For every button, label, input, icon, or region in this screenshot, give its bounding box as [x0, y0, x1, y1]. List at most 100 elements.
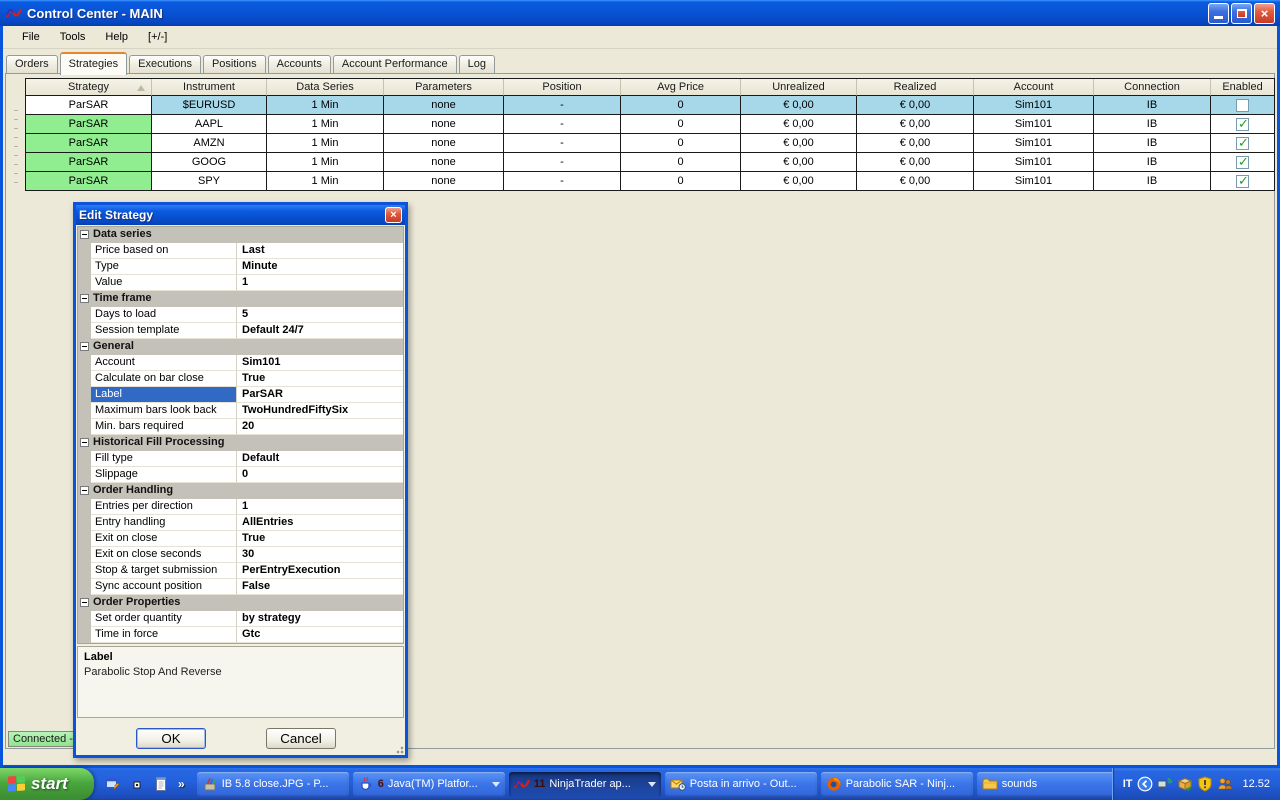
column-header-strategy[interactable]: Strategy [26, 79, 152, 96]
tab-account-performance[interactable]: Account Performance [332, 55, 457, 74]
property-gutter [78, 387, 91, 403]
table-row-goog[interactable]: ParSAR GOOG 1 Min none -0 € 0,00 € 0,00 Sim101 I… [26, 153, 1274, 172]
property-gutter [78, 547, 91, 563]
property-type[interactable]: Type Minute [78, 259, 403, 275]
hide-icons-chevron-icon[interactable] [1137, 776, 1153, 792]
tab-strategies[interactable]: Strategies [59, 52, 128, 75]
cell-connection: IB [1094, 153, 1211, 172]
minimize-button[interactable] [1208, 2, 1229, 24]
category-order-properties[interactable]: Order Properties [78, 595, 403, 611]
menu-item-file[interactable]: File [13, 28, 49, 46]
sort-ascending-icon [137, 85, 145, 91]
property-calculate-on-bar-close[interactable]: Calculate on bar close True [78, 371, 403, 387]
dialog-close-button[interactable]: × [385, 207, 402, 223]
tab-log[interactable]: Log [458, 55, 495, 74]
property-entries-per-direction[interactable]: Entries per direction 1 [78, 499, 403, 515]
start-label: start [31, 774, 68, 793]
enabled-checkbox[interactable] [1236, 116, 1249, 132]
property-exit-on-close[interactable]: Exit on close True [78, 531, 403, 547]
table-row-eurusd[interactable]: ParSAR $EURUSD 1 Min none -0 € 0,00 € 0,00 Sim1… [26, 96, 1274, 115]
taskbar-button-posta-in-arrivo-out[interactable]: Posta in arrivo - Out... [664, 771, 817, 797]
column-header-enabled[interactable]: Enabled [1211, 79, 1274, 96]
property-slippage[interactable]: Slippage 0 [78, 467, 403, 483]
table-row-aapl[interactable]: ParSAR AAPL 1 Min none -0 € 0,00 € 0,00 Sim101 I… [26, 115, 1274, 134]
resize-grip[interactable] [394, 744, 404, 754]
small-app-icon[interactable] [128, 776, 146, 792]
taskbar-button-sounds[interactable]: sounds [976, 771, 1112, 797]
property-price-based-on[interactable]: Price based on Last [78, 243, 403, 259]
property-sync-account-position[interactable]: Sync account position False [78, 579, 403, 595]
property-maximum-bars-look-back[interactable]: Maximum bars look back TwoHundredFiftySix [78, 403, 403, 419]
taskbar-button-parabolic-sar-ninj[interactable]: Parabolic SAR - Ninj... [820, 771, 973, 797]
column-header-data-series[interactable]: Data Series [267, 79, 384, 96]
ok-button[interactable]: OK [136, 728, 206, 749]
taskbar-button-ib-5-8-close-jpg-p[interactable]: IB 5.8 close.JPG - P... [196, 771, 349, 797]
property-value: 0 [237, 467, 403, 483]
tab-strip: Orders Strategies Executions Positions Accou… [3, 50, 1277, 75]
quick-launch-overflow-chevron[interactable]: » [176, 777, 187, 791]
property-stop-target-submission[interactable]: Stop & target submission PerEntryExecutio… [78, 563, 403, 579]
collapse-minus-icon[interactable] [80, 598, 89, 607]
property-entry-handling[interactable]: Entry handling AllEntries [78, 515, 403, 531]
category-time-frame[interactable]: Time frame [78, 291, 403, 307]
menu-item-help[interactable]: Help [96, 28, 137, 46]
enabled-checkbox[interactable] [1236, 173, 1249, 189]
collapse-minus-icon[interactable] [80, 342, 89, 351]
restore-button[interactable] [1231, 2, 1252, 24]
enabled-checkbox[interactable] [1236, 135, 1249, 151]
cell-parameters: none [384, 153, 504, 172]
enabled-checkbox[interactable] [1236, 98, 1249, 112]
property-days-to-load[interactable]: Days to load 5 [78, 307, 403, 323]
column-header-instrument[interactable]: Instrument [152, 79, 267, 96]
show-desktop-icon[interactable] [104, 776, 122, 792]
column-header-realized[interactable]: Realized [857, 79, 974, 96]
property-set-order-quantity[interactable]: Set order quantity by strategy [78, 611, 403, 627]
column-header-parameters[interactable]: Parameters [384, 79, 504, 96]
menu-item-tools[interactable]: Tools [51, 28, 95, 46]
taskbar-button-java-tm-platfor[interactable]: 6 Java(TM) Platfor... [352, 771, 505, 797]
shared-package-icon[interactable] [1177, 776, 1193, 792]
column-header-connection[interactable]: Connection [1094, 79, 1211, 96]
category-order-handling[interactable]: Order Handling [78, 483, 403, 499]
tab-orders[interactable]: Orders [6, 55, 58, 74]
category-historical-fill-processing[interactable]: Historical Fill Processing [78, 435, 403, 451]
column-header-account[interactable]: Account [974, 79, 1094, 96]
property-min-bars-required[interactable]: Min. bars required 20 [78, 419, 403, 435]
property-exit-on-close-seconds[interactable]: Exit on close seconds 30 [78, 547, 403, 563]
table-row-amzn[interactable]: ParSAR AMZN 1 Min none -0 € 0,00 € 0,00 Sim101 I… [26, 134, 1274, 153]
collapse-minus-icon[interactable] [80, 294, 89, 303]
cancel-button[interactable]: Cancel [266, 728, 336, 749]
close-button[interactable]: × [1254, 2, 1275, 24]
property-value: Minute [237, 259, 403, 275]
users-icon[interactable] [1217, 776, 1233, 792]
collapse-minus-icon[interactable] [80, 486, 89, 495]
network-icon[interactable] [1157, 776, 1173, 792]
column-header-avg-price[interactable]: Avg Price [621, 79, 741, 96]
table-row-spy[interactable]: ParSAR SPY 1 Min none -0 € 0,00 € 0,00 Sim101 IB [26, 172, 1274, 191]
column-header-position[interactable]: Position [504, 79, 621, 96]
collapse-minus-icon[interactable] [80, 230, 89, 239]
property-fill-type[interactable]: Fill type Default [78, 451, 403, 467]
property-session-template[interactable]: Session template Default 24/7 [78, 323, 403, 339]
category-data-series[interactable]: Data series [78, 227, 403, 243]
notepad-icon[interactable] [152, 776, 170, 792]
start-button[interactable]: start [0, 768, 94, 800]
security-shield-icon[interactable] [1197, 776, 1213, 792]
category-general[interactable]: General [78, 339, 403, 355]
tab-executions[interactable]: Executions [129, 55, 201, 74]
enabled-checkbox[interactable] [1236, 154, 1249, 170]
property-time-in-force[interactable]: Time in force Gtc [78, 627, 403, 643]
collapse-minus-icon[interactable] [80, 438, 89, 447]
cell-parameters: none [384, 134, 504, 153]
tab-positions[interactable]: Positions [202, 55, 266, 74]
category-gutter [78, 595, 91, 611]
cell-strategy: ParSAR [26, 153, 152, 172]
column-header-unrealized[interactable]: Unrealized [741, 79, 857, 96]
taskbar-button-ninjatrader-ap[interactable]: 11 NinjaTrader ap... [508, 771, 661, 797]
tab-accounts[interactable]: Accounts [267, 55, 331, 74]
menu-item-[interactable]: [+/-] [139, 28, 176, 46]
property-label[interactable]: Label ParSAR [78, 387, 403, 403]
property-value[interactable]: Value 1 [78, 275, 403, 291]
language-indicator[interactable]: IT [1123, 778, 1133, 790]
property-account[interactable]: Account Sim101 [78, 355, 403, 371]
